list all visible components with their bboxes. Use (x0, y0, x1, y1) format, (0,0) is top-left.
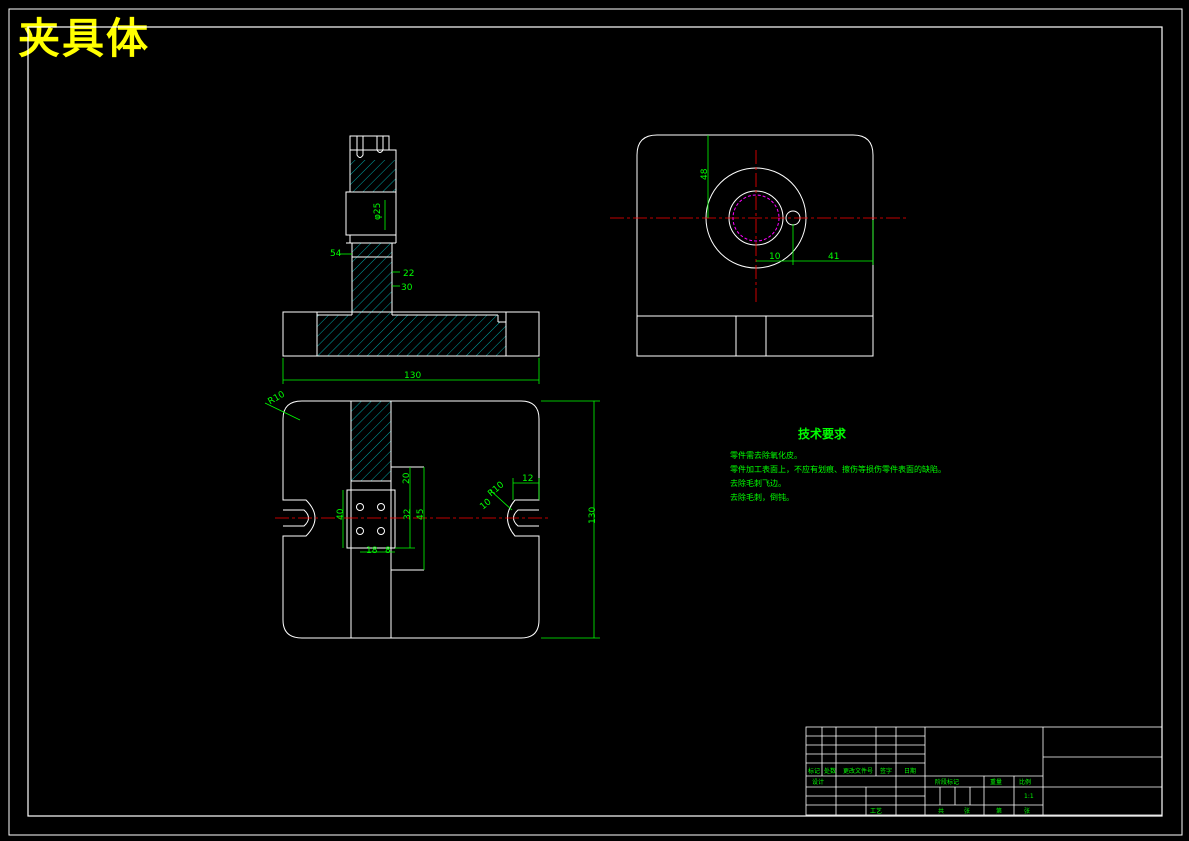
tb-design: 设计 (812, 778, 824, 786)
side-view-centerlines (610, 150, 908, 305)
front-dim-30: 30 (401, 283, 413, 293)
top-dim-r10: R10 (267, 390, 288, 408)
tb-scale: 比例 (1019, 778, 1031, 786)
top-dim-20: 20 (402, 472, 412, 484)
tb-scale-value: 1:1 (1024, 793, 1034, 800)
top-dim-45: 45 (416, 509, 426, 520)
tb-change-doc: 更改文件号 (843, 767, 873, 775)
drawing-frame (8, 8, 1183, 836)
tech-heading: 技术要求 (798, 426, 847, 441)
front-dim-bore: φ25 (373, 203, 383, 220)
cad-drawing: 54 22 30 130 φ25 48 10 41 R10 R10 12 130… (8, 8, 1183, 836)
tb-total: 共 (938, 807, 944, 815)
front-dim-130: 130 (404, 371, 421, 381)
tb-sheet: 张 (964, 807, 970, 815)
front-view (282, 135, 540, 357)
front-base-hatch (317, 315, 506, 356)
top-shaft-hatch (351, 401, 391, 481)
tb-count: 处数 (824, 767, 836, 775)
tb-signature: 签字 (880, 767, 892, 775)
tb-sheet2: 张 (1024, 807, 1030, 815)
front-dim-22: 22 (403, 269, 414, 279)
tb-date: 日期 (904, 767, 916, 775)
tb-mark: 标记 (808, 767, 820, 775)
top-dim-18: 18 (366, 546, 378, 556)
side-view-dimensions (707, 135, 874, 265)
front-dim-54: 54 (330, 249, 342, 259)
top-dim-130: 130 (588, 507, 598, 524)
side-dim-41: 41 (828, 252, 839, 262)
front-shaft-hatch-top (350, 160, 396, 192)
top-dim-40: 40 (336, 508, 346, 520)
tb-weight: 重量 (990, 778, 1002, 786)
tech-item-4: 去除毛刺，倒钝。 (730, 492, 794, 502)
tech-item-3: 去除毛刺飞边。 (730, 478, 786, 488)
tech-item-2: 零件加工表面上，不应有划痕、擦伤等损伤零件表面的缺陷。 (730, 464, 946, 474)
side-dim-48: 48 (700, 168, 710, 180)
top-dim-12: 12 (522, 474, 533, 484)
top-dim-32: 32 (403, 509, 413, 520)
tb-stage-mark: 阶段标记 (935, 778, 959, 786)
tb-page: 第 (996, 807, 1002, 815)
side-view (636, 134, 874, 357)
top-dim-8: 8 (385, 546, 391, 556)
tech-item-1: 零件需去除氧化皮。 (730, 450, 802, 460)
side-dim-10: 10 (769, 252, 781, 262)
tech-requirements: 技术要求 零件需去除氧化皮。 零件加工表面上，不应有划痕、擦伤等损伤零件表面的缺… (730, 426, 946, 502)
front-shaft-hatch-mid (352, 243, 392, 315)
top-dim-10: 10 (478, 497, 493, 512)
tb-process: 工艺 (870, 807, 882, 815)
